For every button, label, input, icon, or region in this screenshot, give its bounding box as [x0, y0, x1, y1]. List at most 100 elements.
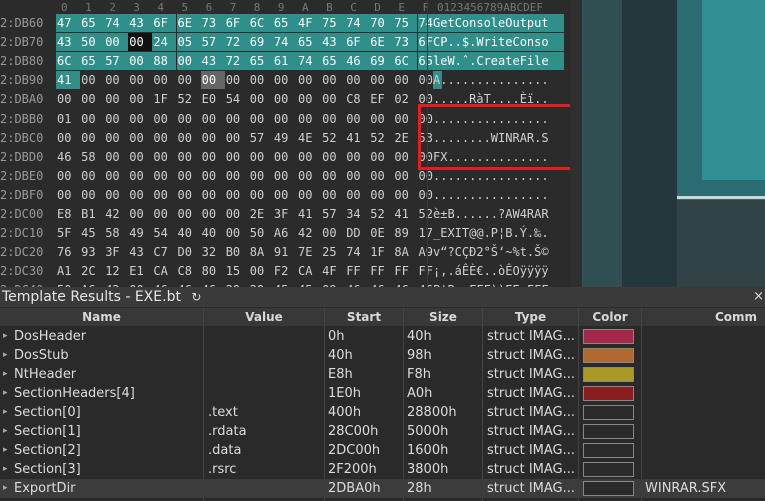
- expand-toggle-icon[interactable]: ▸: [3, 403, 8, 422]
- hex-byte[interactable]: 00: [128, 148, 152, 166]
- hex-byte[interactable]: 00: [128, 52, 153, 71]
- hex-byte[interactable]: C7: [152, 243, 176, 261]
- hex-byte[interactable]: 00: [225, 71, 249, 89]
- hex-byte[interactable]: 02: [393, 90, 417, 108]
- hex-row-ascii[interactable]: v“?CÇÐ2°Š‘~%t.Š©: [433, 243, 564, 261]
- row-color-swatch[interactable]: [583, 481, 634, 496]
- hex-byte[interactable]: 41: [345, 129, 369, 147]
- hex-byte[interactable]: 00: [201, 148, 225, 166]
- hex-byte[interactable]: 75: [321, 14, 346, 32]
- hex-byte[interactable]: 00: [369, 148, 393, 166]
- hex-byte[interactable]: 6F: [345, 33, 370, 52]
- hex-byte[interactable]: 89: [393, 224, 417, 242]
- hex-byte[interactable]: 00: [80, 90, 104, 108]
- hex-byte[interactable]: 00: [393, 167, 417, 185]
- hex-byte[interactable]: 00: [393, 71, 417, 89]
- hex-byte[interactable]: 00: [225, 148, 249, 166]
- hex-byte[interactable]: 00: [225, 167, 249, 185]
- hex-byte[interactable]: 00: [249, 262, 273, 280]
- hex-byte[interactable]: DD: [345, 224, 369, 242]
- hex-byte[interactable]: 58: [104, 224, 128, 242]
- hex-byte[interactable]: 52: [177, 90, 201, 108]
- hex-byte[interactable]: 3F: [104, 243, 128, 261]
- hex-byte[interactable]: 7E: [297, 243, 321, 261]
- hex-byte[interactable]: 50: [80, 33, 105, 52]
- hex-byte[interactable]: 69: [369, 52, 394, 71]
- reload-icon[interactable]: ↻: [191, 287, 201, 307]
- hex-byte[interactable]: 42: [104, 205, 128, 223]
- hex-byte[interactable]: 00: [177, 110, 201, 128]
- hex-byte[interactable]: 00: [297, 90, 321, 108]
- hex-byte[interactable]: 46: [56, 148, 80, 166]
- hex-row-ascii[interactable]: leW.ˆ.CreateFile: [433, 52, 564, 71]
- hex-byte[interactable]: 47: [56, 14, 80, 32]
- hex-byte[interactable]: 00: [393, 186, 417, 204]
- row-color-swatch[interactable]: [583, 462, 634, 477]
- template-table-row[interactable]: ▸ Section[1] .rdata 28C00h 5000h struct IMAG.…: [0, 422, 765, 441]
- hex-byte[interactable]: 00: [273, 167, 297, 185]
- hex-byte[interactable]: 74: [345, 14, 370, 32]
- hex-byte[interactable]: C8: [177, 262, 201, 280]
- hex-byte[interactable]: 00: [177, 205, 201, 223]
- hex-byte[interactable]: 65: [321, 52, 346, 71]
- hex-row-ascii[interactable]: _EXIT@@.P¦B.Ý.‰.: [433, 224, 564, 242]
- expand-toggle-icon[interactable]: ▸: [3, 365, 8, 384]
- hex-byte[interactable]: 75: [393, 14, 418, 32]
- hex-byte[interactable]: 8A: [393, 243, 417, 261]
- hex-byte[interactable]: 00: [152, 167, 176, 185]
- hex-byte[interactable]: 24: [152, 33, 177, 52]
- hex-byte[interactable]: 32: [201, 243, 225, 261]
- hex-byte[interactable]: 6E: [369, 33, 394, 52]
- row-color-swatch[interactable]: [583, 424, 634, 439]
- hex-byte[interactable]: 00: [273, 110, 297, 128]
- hex-byte[interactable]: E0: [201, 90, 225, 108]
- hex-byte[interactable]: 41: [297, 205, 321, 223]
- hex-byte[interactable]: 65: [272, 14, 297, 32]
- hex-byte[interactable]: 88: [152, 52, 177, 71]
- template-table-row[interactable]: ▸ Section[3] .rsrc 2F200h 3800h struct IMAG..…: [0, 460, 765, 479]
- hex-byte[interactable]: 73: [393, 33, 418, 52]
- hex-byte[interactable]: 52: [369, 129, 393, 147]
- hex-byte[interactable]: 00: [273, 186, 297, 204]
- hex-byte[interactable]: 00: [128, 186, 152, 204]
- hex-byte[interactable]: FF: [345, 262, 369, 280]
- hex-byte[interactable]: 00: [56, 167, 80, 185]
- hex-byte[interactable]: 00: [152, 186, 176, 204]
- hex-byte[interactable]: 43: [321, 33, 346, 52]
- hex-byte[interactable]: 00: [152, 129, 176, 147]
- row-color-swatch[interactable]: [583, 367, 634, 382]
- hex-byte[interactable]: 00: [177, 167, 201, 185]
- hex-byte[interactable]: 00: [177, 71, 201, 89]
- hex-byte[interactable]: B0: [225, 243, 249, 261]
- hex-byte[interactable]: E8: [56, 205, 80, 223]
- hex-byte[interactable]: 00: [176, 52, 201, 71]
- hex-byte[interactable]: 00: [56, 186, 80, 204]
- hex-byte[interactable]: 65: [248, 52, 273, 71]
- hex-byte[interactable]: 00: [201, 186, 225, 204]
- hex-byte[interactable]: CA: [297, 262, 321, 280]
- hex-byte[interactable]: 49: [128, 224, 152, 242]
- hex-byte[interactable]: 45: [80, 224, 104, 242]
- hex-byte[interactable]: 00: [297, 71, 321, 89]
- row-color-swatch[interactable]: [583, 348, 634, 363]
- hex-byte[interactable]: 6F: [224, 14, 249, 32]
- hex-byte[interactable]: 49: [273, 129, 297, 147]
- column-header-comment[interactable]: Comm: [642, 308, 765, 326]
- hex-byte[interactable]: 00: [201, 167, 225, 185]
- hex-row-ascii[interactable]: è±B......?AW4RAR: [433, 205, 564, 223]
- hex-byte[interactable]: 00: [249, 90, 273, 108]
- hex-byte[interactable]: 00: [128, 110, 152, 128]
- hex-byte[interactable]: 00: [225, 186, 249, 204]
- hex-byte[interactable]: 00: [152, 71, 176, 89]
- expand-toggle-icon[interactable]: ▸: [3, 479, 8, 498]
- row-color-swatch[interactable]: [583, 443, 634, 458]
- row-color-swatch[interactable]: [583, 386, 634, 401]
- hex-byte[interactable]: 57: [200, 33, 225, 52]
- hex-byte[interactable]: D0: [177, 243, 201, 261]
- hex-byte[interactable]: 00: [80, 110, 104, 128]
- hex-byte[interactable]: 6C: [248, 14, 273, 32]
- hex-byte[interactable]: 43: [200, 52, 225, 71]
- hex-byte[interactable]: 00: [249, 186, 273, 204]
- template-table-row[interactable]: ▸ Section[0] .text 400h 28800h struct IMAG...: [0, 403, 765, 422]
- hex-byte[interactable]: 57: [104, 52, 129, 71]
